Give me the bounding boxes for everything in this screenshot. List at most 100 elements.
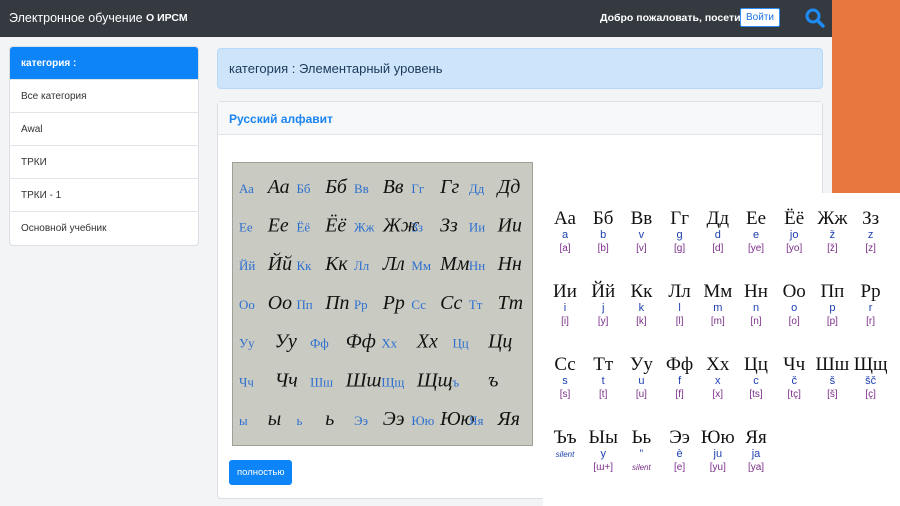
printed-letter: Кк [296, 259, 312, 273]
alphabet-cell: Пп p [p] [814, 282, 850, 328]
cursive-letter: Дд [496, 176, 521, 198]
cursive-letter: ь [325, 408, 334, 430]
alphabet-pronunciation: [v] [636, 243, 647, 254]
alphabet-transliteration: ju [713, 448, 723, 460]
alphabet-cell: Лл l [l] [662, 282, 698, 328]
alphabet-cell: Уу u [u] [623, 355, 659, 401]
printed-letter: Зз [411, 221, 423, 235]
alphabet-cell: Ёё jo [yo] [776, 209, 812, 255]
alphabet-pronunciation: [k] [636, 316, 647, 327]
alphabet-cell: Йй j [y] [585, 282, 621, 328]
alphabet-pronunciation: [f] [675, 389, 684, 400]
sidebar-item-trki[interactable]: ТРКИ [10, 146, 198, 179]
printed-letter: Ёё [296, 221, 310, 235]
alphabet-letter: Чч [783, 354, 806, 375]
alphabet-transliteration: b [600, 229, 607, 241]
printed-letter: Бб [296, 182, 310, 196]
alphabet-transliteration: n [752, 302, 760, 314]
printed-letter: Шш [310, 375, 333, 389]
alphabet-pronunciation: [g] [674, 243, 686, 254]
alphabet-pronunciation: [e] [674, 462, 686, 473]
alphabet-transliteration: jo [789, 229, 799, 241]
printed-letter: Ээ [354, 414, 369, 428]
full-view-button[interactable]: полностью [229, 460, 293, 485]
alphabet-letter: Мм [703, 281, 733, 302]
cursive-letter: Фф [346, 331, 376, 353]
cursive-letter: Сс [440, 292, 462, 314]
alphabet-letter: Аа [554, 208, 576, 229]
alphabet-transliteration: j [601, 302, 605, 314]
alphabet-cell: Аа a [a] [547, 209, 583, 255]
brand-title[interactable]: Электронное обучение [9, 11, 143, 25]
sidebar-item-trki-1[interactable]: ТРКИ - 1 [10, 179, 198, 212]
alphabet-letter: Жж [817, 208, 848, 229]
card-title[interactable]: Русский алфавит [218, 102, 822, 135]
printed-letter: Фф [310, 337, 329, 351]
alphabet-cell: Жж ž [ž] [814, 209, 850, 255]
alphabet-cell: Щщ šč [ç] [853, 355, 889, 401]
alphabet-letter: Сс [554, 354, 576, 375]
alphabet-letter: Ии [553, 281, 577, 302]
alphabet-cell: Оо o [o] [776, 282, 812, 328]
cursive-letter: Вв [383, 176, 404, 198]
sidebar-item-all[interactable]: Все категория [10, 80, 198, 113]
alphabet-pronunciation: [z] [865, 243, 876, 254]
alphabet-letter: Пп [820, 281, 845, 302]
alphabet-letter: Вв [630, 208, 653, 229]
sidebar-item-basic-textbook[interactable]: Основной учебник [10, 212, 198, 245]
search-icon[interactable] [805, 8, 825, 28]
printed-letter: Чч [239, 375, 254, 389]
alphabet-cell: Яя ja [ya] [738, 428, 774, 474]
printed-letter: Оо [239, 298, 255, 312]
alphabet-letter: Щщ [853, 354, 888, 375]
alphabet-transliteration: ž [829, 229, 836, 241]
alphabet-transliteration: c [753, 375, 759, 387]
alphabet-letter: Тт [593, 354, 614, 375]
cursive-letter: Рр [382, 292, 405, 314]
cursive-letter: Бб [324, 176, 348, 198]
printed-letter: Вв [354, 182, 369, 196]
printed-letter: Жж [354, 221, 375, 235]
cursive-letter: Гг [439, 176, 459, 198]
printed-letter: Юю [411, 414, 434, 428]
alphabet-pronunciation: [a] [559, 243, 571, 254]
alphabet-transliteration: m [713, 302, 723, 314]
alphabet-cell: Фф f [f] [662, 355, 698, 401]
cursive-letter: Ёё [324, 215, 346, 237]
alphabet-chart: Аа a [a] Бб b [b] Вв v [v] Гг g [g] Дд d [d] Ее e [ye] Ёё j… [543, 193, 900, 506]
alphabet-letter: Яя [745, 427, 767, 448]
alphabet-transliteration: s [562, 375, 568, 387]
cursive-letter: ъ [488, 369, 498, 391]
sidebar-item-category-header[interactable]: категория : [10, 47, 198, 80]
cursive-letter: Аа [266, 176, 290, 198]
alphabet-pronunciation: [t] [599, 389, 608, 400]
alphabet-cell: Ии i [i] [547, 282, 583, 328]
sidebar-item-awal[interactable]: Awal [10, 113, 198, 146]
alphabet-letter: Кк [630, 281, 653, 302]
alphabet-pronunciation: silent [632, 463, 651, 472]
cursive-letter: Йй [267, 252, 292, 275]
alphabet-transliteration: l [678, 302, 681, 314]
category-title: категория : Элементарный уровень [217, 48, 823, 89]
printed-letter: Сс [411, 298, 426, 312]
cursive-letter: Щщ [416, 369, 453, 391]
alphabet-letter: Гг [670, 208, 689, 229]
alphabet-letter: Ее [745, 208, 767, 229]
alphabet-transliteration: k [638, 302, 645, 314]
alphabet-cell: Чч č [tç] [776, 355, 812, 401]
alphabet-transliteration: x [715, 375, 721, 387]
alphabet-cell: Вв v [v] [623, 209, 659, 255]
nav-link-irsm[interactable]: О ИРСМ [146, 12, 188, 24]
alphabet-pronunciation: [ye] [747, 243, 765, 254]
printed-letter: Тт [469, 298, 483, 312]
alphabet-cell: Зз z [z] [853, 209, 889, 255]
cursive-letter: Цц [487, 331, 512, 353]
alphabet-cell: Ээ è [e] [662, 428, 698, 474]
cursive-letter: ы [268, 408, 281, 430]
alphabet-cell: Бб b [b] [585, 209, 621, 255]
login-button[interactable]: Войти [740, 8, 780, 27]
printed-letter: Ии [469, 221, 485, 235]
cursive-letter: Ее [267, 215, 289, 237]
top-navbar: Электронное обучение О ИРСМ Добро пожало… [0, 0, 832, 37]
printed-letter: Дд [469, 182, 485, 196]
